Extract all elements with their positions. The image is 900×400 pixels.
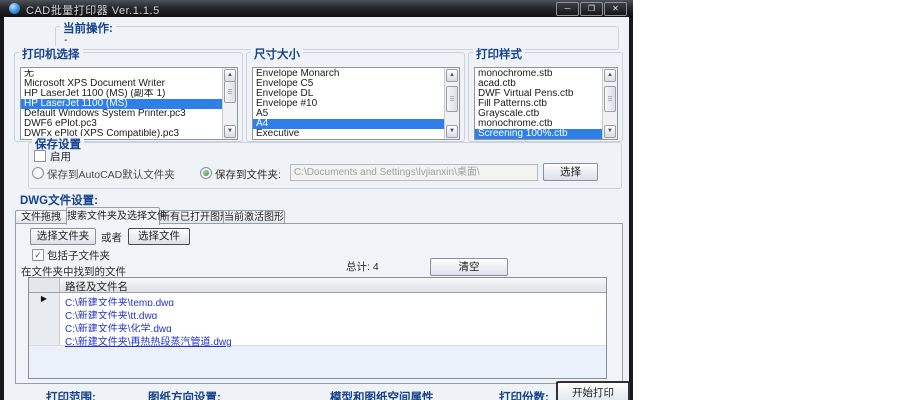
enable-checkbox[interactable] xyxy=(34,150,46,162)
list-option[interactable]: Envelope Monarch xyxy=(253,69,445,79)
plot-style-scrollbar[interactable]: ▲ ▼ xyxy=(602,68,617,139)
scroll-up-icon[interactable]: ▲ xyxy=(446,69,458,82)
table-header-row: 路径及文件名 xyxy=(29,278,606,293)
list-option[interactable]: Default Windows System Printer.pc3 xyxy=(21,109,223,119)
window-title: CAD批量打印器 Ver.1.1.5 xyxy=(26,5,160,17)
printer-label: 打印机选择 xyxy=(19,46,83,62)
list-option[interactable]: Screening 100%.ctb xyxy=(475,129,603,139)
current-operation-group xyxy=(55,26,619,50)
current-row-marker-icon[interactable]: ▶ xyxy=(29,293,60,306)
tab-search-and-select[interactable]: 搜索文件夹及选择文件 xyxy=(66,207,167,225)
scroll-down-icon[interactable]: ▼ xyxy=(224,125,236,138)
list-option[interactable]: monochrome.stb xyxy=(475,69,603,79)
file-link[interactable]: C:\新建文件夹\再热热段蒸汽管道.dwg xyxy=(65,333,232,348)
row-selector-header xyxy=(29,278,60,292)
scroll-down-icon[interactable]: ▼ xyxy=(446,125,458,138)
row-selector-cell[interactable] xyxy=(29,306,60,319)
print-range-label: 打印范围: xyxy=(46,392,96,400)
include-subfolders-checkbox[interactable]: ✓ xyxy=(32,249,44,261)
list-option[interactable]: Envelope #10 xyxy=(253,99,445,109)
list-option[interactable]: Executive xyxy=(253,129,445,139)
radio-save-folder-label[interactable]: 保存到文件夹: xyxy=(215,167,281,182)
radio-save-folder[interactable] xyxy=(200,167,212,179)
list-option[interactable]: Fill Patterns.ctb xyxy=(475,99,603,109)
list-option[interactable]: Envelope C5 xyxy=(253,79,445,89)
current-operation-label: 当前操作: xyxy=(60,20,116,36)
app-icon xyxy=(9,3,20,14)
scroll-up-icon[interactable]: ▲ xyxy=(604,69,616,82)
maximize-button[interactable]: ❐ xyxy=(580,2,603,16)
scrollbar-thumb[interactable] xyxy=(604,86,616,112)
table-row[interactable]: ▶ C:\新建文件夹\temp.dwg xyxy=(29,293,606,309)
dwg-settings-label: DWG文件设置: xyxy=(20,195,98,207)
row-selector-cell[interactable] xyxy=(29,319,60,332)
plot-style-listbox[interactable]: monochrome.stb acad.ctb DWF Virtual Pens.c… xyxy=(474,67,618,140)
list-option[interactable]: acad.ctb xyxy=(475,79,603,89)
printer-scrollbar[interactable]: ▲ ▼ xyxy=(222,68,237,139)
space-props-label: 模型和图纸空间属性 xyxy=(330,392,434,400)
path-column-header: 路径及文件名 xyxy=(65,281,128,293)
radio-save-autocad[interactable] xyxy=(32,167,44,179)
list-option[interactable]: 无 xyxy=(21,69,223,79)
select-file-button[interactable]: 选择文件 xyxy=(128,228,190,245)
include-subfolders-label: 包括子文件夹 xyxy=(47,250,110,262)
radio-save-autocad-label[interactable]: 保存到AutoCAD默认文件夹 xyxy=(47,167,175,182)
printer-listbox[interactable]: 无 Microsoft XPS Document Writer HP LaserJe… xyxy=(20,67,238,140)
table-row[interactable]: C:\新建文件夹\化学.dwg xyxy=(29,319,606,335)
total-count-label: 总计: 4 xyxy=(346,261,379,273)
orientation-label: 图纸方向设置: xyxy=(148,392,221,400)
table-row[interactable]: C:\新建文件夹\再热热段蒸汽管道.dwg xyxy=(29,332,606,348)
list-option[interactable]: Microsoft XPS Document Writer xyxy=(21,79,223,89)
scrollbar-thumb[interactable] xyxy=(224,81,236,103)
clear-button[interactable]: 清空 xyxy=(430,258,508,276)
paper-size-scrollbar[interactable]: ▲ ▼ xyxy=(444,68,459,139)
list-items: Envelope Monarch Envelope C5 Envelope DL En… xyxy=(253,69,445,139)
file-table: 路径及文件名 ▶ C:\新建文件夹\temp.dwg C:\新建文件夹\tt.dwg… xyxy=(28,277,607,379)
list-option[interactable]: HP LaserJet 1100 (MS) (副本 1) xyxy=(21,89,223,99)
row-selector-cell[interactable] xyxy=(29,332,60,345)
list-option[interactable]: DWF6 ePlot.pc3 xyxy=(21,119,223,129)
list-option[interactable]: A4 xyxy=(253,119,445,129)
list-option[interactable]: DWF Virtual Pens.ctb xyxy=(475,89,603,99)
folder-path-input[interactable]: C:\Documents and Settings\lvjianxin\桌面\ xyxy=(290,164,538,181)
start-print-button[interactable]: 开始打印 xyxy=(556,381,630,400)
app-window: CAD批量打印器 Ver.1.1.5 ─ ❐ ✕ 当前操作: - 打印机选择 无… xyxy=(0,0,633,400)
current-operation-value: - xyxy=(64,34,68,46)
plot-style-label: 打印样式 xyxy=(473,46,525,62)
or-label: 或者 xyxy=(101,232,122,244)
list-items: monochrome.stb acad.ctb DWF Virtual Pens.c… xyxy=(475,69,603,139)
list-option[interactable]: HP LaserJet 1100 (MS) xyxy=(21,99,223,109)
list-items: 无 Microsoft XPS Document Writer HP LaserJe… xyxy=(21,69,223,139)
enable-label: 启用 xyxy=(50,151,71,163)
paper-size-listbox[interactable]: Envelope Monarch Envelope C5 Envelope DL En… xyxy=(252,67,460,140)
choose-folder-button[interactable]: 选择 xyxy=(543,163,598,181)
paper-size-label: 尺寸大小 xyxy=(251,46,303,62)
caption-buttons: ─ ❐ ✕ xyxy=(556,2,627,16)
scroll-down-icon[interactable]: ▼ xyxy=(604,125,616,138)
list-option[interactable]: A5 xyxy=(253,109,445,119)
list-option[interactable]: Grayscale.ctb xyxy=(475,109,603,119)
close-button[interactable]: ✕ xyxy=(604,2,627,16)
list-option[interactable]: Envelope DL xyxy=(253,89,445,99)
table-row[interactable]: C:\新建文件夹\tt.dwg xyxy=(29,306,606,322)
minimize-button[interactable]: ─ xyxy=(556,2,579,16)
scrollbar-thumb[interactable] xyxy=(446,86,458,112)
copies-label: 打印份数: xyxy=(499,392,549,400)
select-folder-button[interactable]: 选择文件夹 xyxy=(30,228,96,245)
list-option[interactable]: monochrome.ctb xyxy=(475,119,603,129)
titlebar[interactable]: CAD批量打印器 Ver.1.1.5 ─ ❐ ✕ xyxy=(0,0,633,18)
